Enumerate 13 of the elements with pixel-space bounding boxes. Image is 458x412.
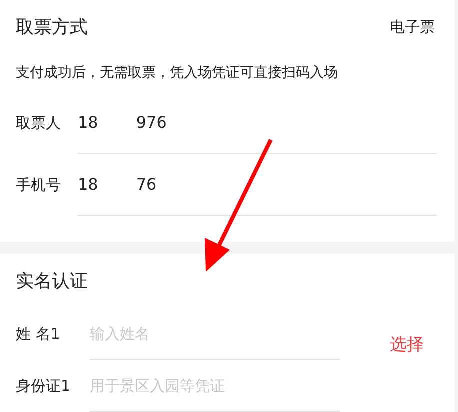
- field-label: 姓 名1: [16, 324, 62, 344]
- row-label: 取票人: [16, 114, 62, 132]
- row-label: 手机号: [16, 176, 62, 194]
- masked-number: 18: [78, 113, 98, 132]
- section-title: 实名认证: [16, 270, 88, 293]
- masked-number: 18: [78, 175, 98, 194]
- field-label: 身份证1: [16, 376, 72, 396]
- section-title: 取票方式: [16, 16, 88, 39]
- ticket-type: 电子票: [390, 18, 435, 36]
- masked-number: 976: [136, 113, 167, 132]
- ticket-note: 支付成功后，无需取票，凭入场凭证可直接扫码入场: [15, 64, 339, 83]
- masked-number: 76: [136, 175, 157, 194]
- select-link[interactable]: 选择: [390, 333, 424, 356]
